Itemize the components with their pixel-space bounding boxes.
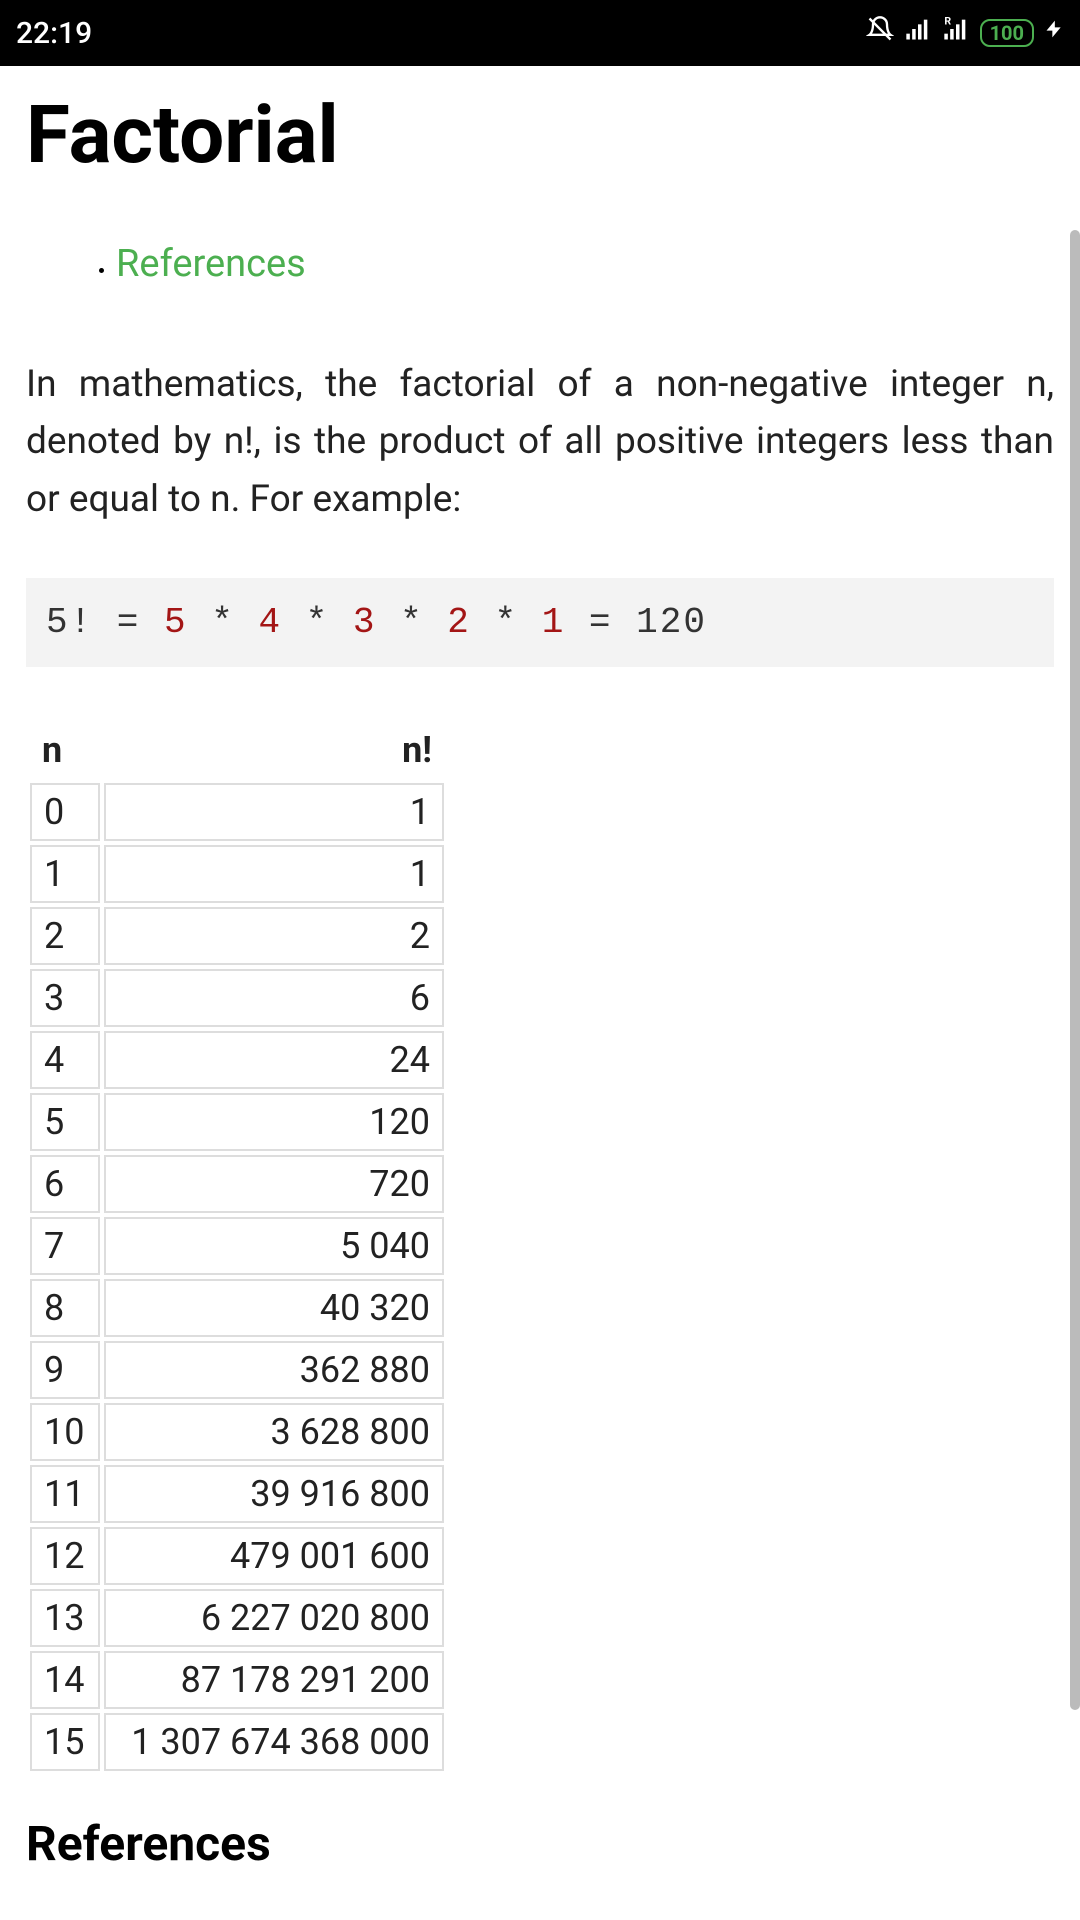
table-cell-n: 8 bbox=[30, 1279, 100, 1337]
table-row: 103 628 800 bbox=[30, 1403, 444, 1461]
table-cell-n: 3 bbox=[30, 969, 100, 1027]
references-heading: References bbox=[26, 1815, 1054, 1872]
table-header-nf: n! bbox=[104, 721, 444, 779]
table-cell-nf: 39 916 800 bbox=[104, 1465, 444, 1523]
table-cell-n: 11 bbox=[30, 1465, 100, 1523]
table-row: 75 040 bbox=[30, 1217, 444, 1275]
table-cell-nf: 24 bbox=[104, 1031, 444, 1089]
table-cell-nf: 479 001 600 bbox=[104, 1527, 444, 1585]
table-row: 424 bbox=[30, 1031, 444, 1089]
notification-mute-icon bbox=[866, 15, 894, 51]
table-row: 136 227 020 800 bbox=[30, 1589, 444, 1647]
table-cell-nf: 87 178 291 200 bbox=[104, 1651, 444, 1709]
table-cell-nf: 6 227 020 800 bbox=[104, 1589, 444, 1647]
table-row: 5120 bbox=[30, 1093, 444, 1151]
table-cell-nf: 120 bbox=[104, 1093, 444, 1151]
scrollbar[interactable] bbox=[1070, 230, 1080, 1710]
table-cell-nf: 1 bbox=[104, 783, 444, 841]
table-cell-nf: 5 040 bbox=[104, 1217, 444, 1275]
table-cell-nf: 2 bbox=[104, 907, 444, 965]
table-cell-n: 5 bbox=[30, 1093, 100, 1151]
toc-item: References bbox=[116, 242, 1054, 286]
table-row: 9362 880 bbox=[30, 1341, 444, 1399]
code-num: 2 bbox=[447, 602, 471, 643]
table-cell-n: 2 bbox=[30, 907, 100, 965]
table-row: 840 320 bbox=[30, 1279, 444, 1337]
battery-icon: 100 bbox=[980, 19, 1034, 47]
code-num: 4 bbox=[258, 602, 282, 643]
code-example: 5! = 5 * 4 * 3 * 2 * 1 = 120 bbox=[26, 578, 1054, 667]
code-prefix: 5! = bbox=[46, 602, 164, 643]
page-title: Factorial bbox=[26, 88, 1054, 182]
signal-icon bbox=[904, 15, 932, 51]
table-row: 1139 916 800 bbox=[30, 1465, 444, 1523]
code-num: 1 bbox=[542, 602, 566, 643]
table-cell-n: 9 bbox=[30, 1341, 100, 1399]
table-row: 22 bbox=[30, 907, 444, 965]
table-cell-n: 4 bbox=[30, 1031, 100, 1089]
table-cell-n: 6 bbox=[30, 1155, 100, 1213]
references-link[interactable]: References bbox=[116, 242, 306, 286]
factorial-table: n n! 011122364245120672075 040840 320936… bbox=[26, 717, 448, 1775]
charging-icon bbox=[1044, 15, 1064, 51]
table-cell-n: 0 bbox=[30, 783, 100, 841]
table-row: 11 bbox=[30, 845, 444, 903]
table-row: 1487 178 291 200 bbox=[30, 1651, 444, 1709]
table-row: 36 bbox=[30, 969, 444, 1027]
table-cell-n: 12 bbox=[30, 1527, 100, 1585]
signal-roaming-icon: R bbox=[942, 15, 970, 51]
battery-level: 100 bbox=[990, 21, 1024, 45]
table-cell-n: 15 bbox=[30, 1713, 100, 1771]
table-row: 151 307 674 368 000 bbox=[30, 1713, 444, 1771]
table-cell-n: 1 bbox=[30, 845, 100, 903]
code-num: 3 bbox=[353, 602, 377, 643]
table-of-contents: References bbox=[116, 242, 1054, 286]
table-cell-n: 7 bbox=[30, 1217, 100, 1275]
intro-paragraph: In mathematics, the factorial of a non-n… bbox=[26, 356, 1054, 528]
table-header-row: n n! bbox=[30, 721, 444, 779]
table-cell-nf: 1 bbox=[104, 845, 444, 903]
table-cell-nf: 720 bbox=[104, 1155, 444, 1213]
table-cell-nf: 3 628 800 bbox=[104, 1403, 444, 1461]
table-row: 6720 bbox=[30, 1155, 444, 1213]
svg-text:R: R bbox=[944, 15, 951, 27]
code-num: 5 bbox=[164, 602, 188, 643]
table-row: 12479 001 600 bbox=[30, 1527, 444, 1585]
table-cell-nf: 40 320 bbox=[104, 1279, 444, 1337]
table-cell-nf: 6 bbox=[104, 969, 444, 1027]
content-area[interactable]: Factorial References In mathematics, the… bbox=[0, 66, 1080, 1920]
table-cell-n: 14 bbox=[30, 1651, 100, 1709]
table-cell-nf: 1 307 674 368 000 bbox=[104, 1713, 444, 1771]
table-cell-n: 10 bbox=[30, 1403, 100, 1461]
status-time: 22:19 bbox=[16, 16, 92, 51]
table-header-n: n bbox=[30, 721, 100, 779]
table-cell-n: 13 bbox=[30, 1589, 100, 1647]
status-bar: 22:19 R 100 bbox=[0, 0, 1080, 66]
table-row: 01 bbox=[30, 783, 444, 841]
table-cell-nf: 362 880 bbox=[104, 1341, 444, 1399]
code-suffix: = 120 bbox=[565, 602, 707, 643]
